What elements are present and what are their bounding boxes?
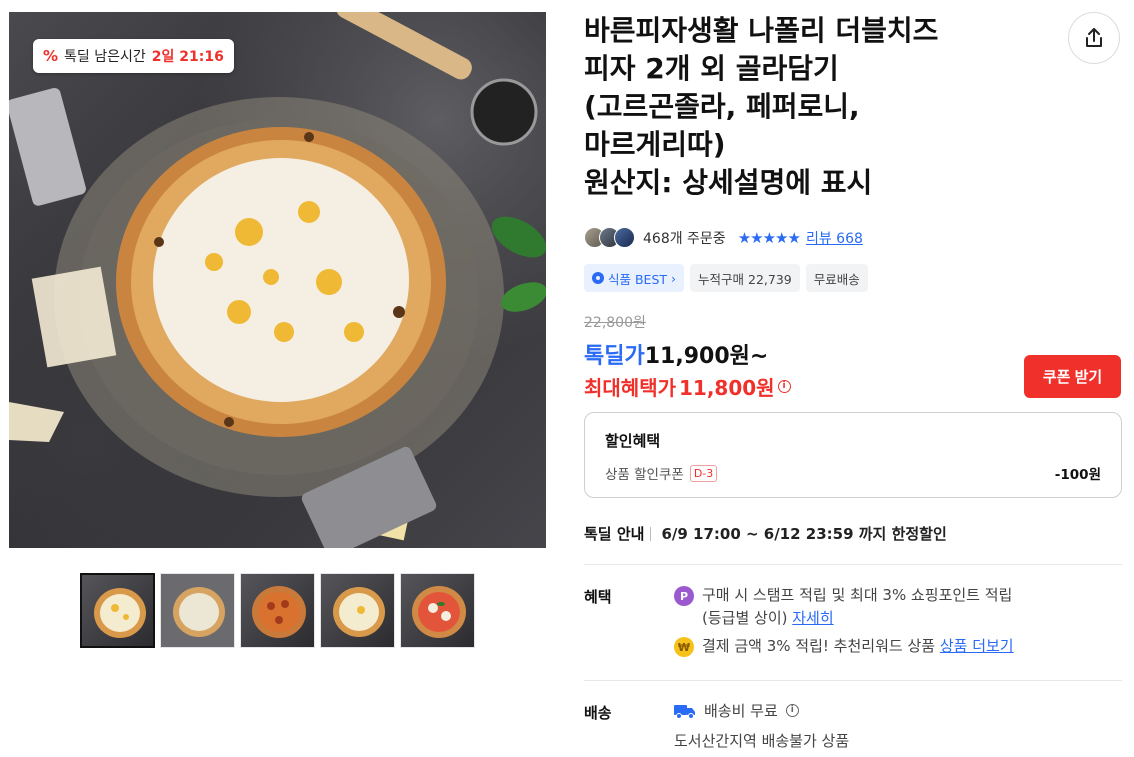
divider bbox=[650, 526, 652, 541]
thumbnail-image bbox=[252, 586, 306, 638]
deal-price-value: 11,900원~ bbox=[644, 344, 769, 369]
product-title-line: (고르곤졸라, 페퍼로니, bbox=[584, 90, 860, 123]
shipping-fee-row: 배송비 무료 i bbox=[674, 700, 799, 721]
discount-heading: 할인혜택 bbox=[605, 432, 661, 450]
share-icon bbox=[1086, 28, 1102, 47]
max-price-value: 11,800원 bbox=[679, 376, 775, 400]
thumbnail-image bbox=[161, 574, 234, 647]
thumbnail-1[interactable] bbox=[80, 573, 155, 648]
benefit-points-note: (등급별 상이) bbox=[702, 609, 793, 627]
benefit-points-line: 구매 시 스탬프 적립 및 최대 3% 쇼핑포인트 적립 bbox=[702, 586, 1013, 604]
deal-timer-value: 2일 21:16 bbox=[151, 49, 224, 65]
max-price-label: 최대혜택가 bbox=[584, 376, 676, 400]
product-title-line: 마르게리따) bbox=[584, 128, 726, 161]
truck-icon bbox=[674, 704, 695, 719]
original-price: 22,800원 bbox=[584, 315, 646, 331]
discount-item-label: 상품 할인쿠폰 bbox=[605, 467, 684, 483]
thumbnail-5[interactable] bbox=[400, 573, 475, 648]
chevron-right-icon: › bbox=[671, 270, 677, 286]
deal-price: 톡딜가11,900원~ bbox=[584, 338, 768, 370]
best-tag-label: 식품 BEST bbox=[608, 271, 668, 287]
info-icon[interactable]: i bbox=[777, 380, 791, 393]
best-tag[interactable]: 식품 BEST › bbox=[584, 264, 685, 292]
point-p-icon: P bbox=[674, 586, 694, 606]
benefit-reward-text: 결제 금액 3% 적립! 추천리워드 상품 상품 더보기 bbox=[702, 635, 1014, 658]
reward-coin-icon: ₩ bbox=[674, 637, 694, 657]
deal-timer-label: 톡딜 남은시간 bbox=[64, 49, 146, 65]
section-divider bbox=[584, 680, 1122, 681]
product-main-image: % 톡딜 남은시간 2일 21:16 bbox=[9, 12, 546, 548]
more-products-link[interactable]: 상품 더보기 bbox=[940, 637, 1014, 655]
benefit-points-text: 구매 시 스탬프 적립 및 최대 3% 쇼핑포인트 적립 (등급별 상이) 자세… bbox=[702, 584, 1012, 630]
deal-info-value: 6/9 17:00 ~ 6/12 23:59 까지 한정할인 bbox=[661, 525, 947, 543]
thumbnail-4[interactable] bbox=[320, 573, 395, 648]
order-review-row: 468개 주문중 ★★★★★ 리뷰 668 bbox=[584, 227, 863, 248]
avatar bbox=[614, 227, 635, 248]
shipping-fee: 배송비 무료 bbox=[704, 702, 778, 720]
benefits-label: 혜택 bbox=[584, 588, 612, 606]
thumbnail-image bbox=[333, 587, 385, 637]
order-count: 468개 주문중 bbox=[643, 230, 726, 247]
deal-timer-badge: % 톡딜 남은시간 2일 21:16 bbox=[33, 39, 234, 73]
discount-row: 상품 할인쿠폰 D-3 -100원 bbox=[605, 463, 1101, 483]
product-title-line: 원산지: 상세설명에 표시 bbox=[584, 166, 873, 199]
deal-price-label: 톡딜가 bbox=[584, 344, 645, 369]
benefit-points: P 구매 시 스탬프 적립 및 최대 3% 쇼핑포인트 적립 (등급별 상이) … bbox=[674, 584, 1012, 630]
product-title-line: 피자 2개 외 골라담기 bbox=[584, 52, 839, 85]
thumbnail-strip bbox=[80, 573, 475, 648]
max-benefit-price: 최대혜택가 11,800원 i bbox=[584, 372, 791, 401]
get-coupon-button[interactable]: 쿠폰 받기 bbox=[1024, 355, 1121, 398]
product-title-line: 바른피자생활 나폴리 더블치즈 bbox=[584, 14, 939, 47]
section-divider bbox=[584, 564, 1122, 565]
share-button[interactable] bbox=[1068, 12, 1120, 64]
thumbnail-2[interactable] bbox=[160, 573, 235, 648]
best-badge-icon bbox=[592, 272, 604, 284]
star-rating-icon: ★★★★★ bbox=[737, 228, 801, 247]
product-title: 바른피자생활 나폴리 더블치즈 피자 2개 외 골라담기 (고르곤졸라, 페퍼로… bbox=[584, 12, 1034, 202]
details-link[interactable]: 자세히 bbox=[792, 609, 833, 627]
cumulative-purchase-tag: 누적구매 22,739 bbox=[690, 264, 800, 292]
discount-benefit-box: 할인혜택 상품 할인쿠폰 D-3 -100원 bbox=[584, 412, 1122, 498]
free-shipping-tag: 무료배송 bbox=[805, 264, 868, 292]
thumbnail-3[interactable] bbox=[240, 573, 315, 648]
dday-badge: D-3 bbox=[689, 464, 718, 482]
review-link[interactable]: 리뷰 668 bbox=[806, 228, 863, 248]
info-icon[interactable]: i bbox=[785, 704, 799, 717]
benefit-reward: ₩ 결제 금액 3% 적립! 추천리워드 상품 상품 더보기 bbox=[674, 635, 1014, 658]
pizza-illustration bbox=[9, 12, 546, 548]
thumbnail-image bbox=[94, 588, 146, 638]
shipping-label: 배송 bbox=[584, 704, 612, 722]
buyer-avatars bbox=[584, 227, 635, 248]
thumbnail-image bbox=[412, 586, 466, 638]
deal-info-label: 톡딜 안내 bbox=[584, 525, 645, 543]
product-tags: 식품 BEST › 누적구매 22,739 무료배송 bbox=[584, 264, 868, 292]
deal-info-row: 톡딜 안내 6/9 17:00 ~ 6/12 23:59 까지 한정할인 bbox=[584, 523, 947, 544]
shipping-note: 도서산간지역 배송불가 상품 bbox=[674, 732, 850, 750]
percent-icon: % bbox=[43, 47, 59, 65]
discount-amount: -100원 bbox=[1054, 467, 1101, 483]
benefit-reward-line: 결제 금액 3% 적립! 추천리워드 상품 bbox=[702, 637, 940, 655]
